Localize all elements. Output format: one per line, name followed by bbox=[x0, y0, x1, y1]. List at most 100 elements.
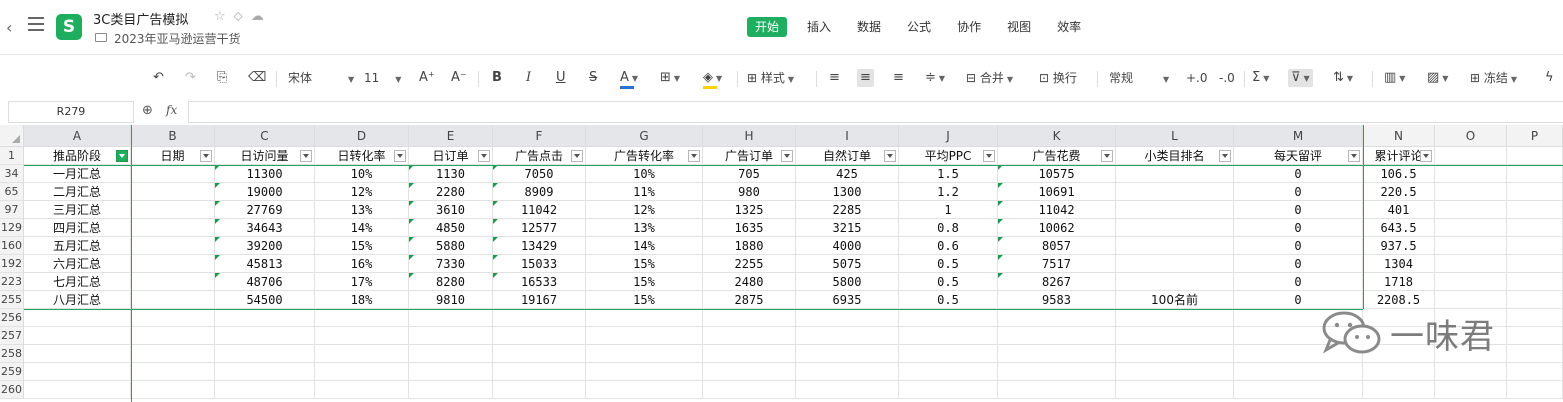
table-cell[interactable]: 48706 bbox=[215, 273, 315, 291]
empty-cell[interactable] bbox=[586, 363, 703, 381]
column-header-p[interactable]: P bbox=[1507, 125, 1563, 147]
header-cell[interactable]: 广告花费 bbox=[998, 147, 1116, 165]
wrap-text-button[interactable]: ⊡ 换行 bbox=[1039, 69, 1077, 87]
table-cell[interactable]: 1 bbox=[899, 201, 998, 219]
row-header[interactable]: 97 bbox=[0, 201, 24, 219]
app-logo[interactable]: S bbox=[56, 14, 82, 40]
cell-style-button[interactable]: ⊞ 样式 ▼ bbox=[747, 69, 794, 87]
vertical-align-icon[interactable]: ≑ ▼ bbox=[925, 69, 945, 87]
spreadsheet-grid[interactable]: A B C D E F G H I J K L M N O P 1 推品阶段 日期 日访问量 日转化率 日订单 广告点击 广告… bbox=[0, 125, 1563, 402]
bold-icon[interactable]: B bbox=[492, 69, 502, 87]
empty-cell[interactable] bbox=[131, 363, 215, 381]
table-cell[interactable]: 3215 bbox=[796, 219, 899, 237]
font-name-select[interactable]: 宋体 ▼ bbox=[288, 69, 354, 87]
zoom-icon[interactable]: ⊕ bbox=[142, 103, 153, 118]
header-cell[interactable]: 平均PPC bbox=[899, 147, 998, 165]
table-cell[interactable]: 15% bbox=[586, 273, 703, 291]
filter-dropdown-icon[interactable] bbox=[688, 150, 700, 162]
empty-cell[interactable] bbox=[796, 381, 899, 399]
empty-cell[interactable] bbox=[1507, 291, 1563, 309]
table-cell[interactable]: 2208.5 bbox=[1363, 291, 1435, 309]
table-cell[interactable]: 六月汇总 bbox=[24, 255, 131, 273]
table-cell[interactable]: 39200 bbox=[215, 237, 315, 255]
empty-cell[interactable] bbox=[998, 309, 1116, 327]
empty-cell[interactable] bbox=[1116, 363, 1234, 381]
column-header-i[interactable]: I bbox=[796, 125, 899, 147]
table-cell[interactable] bbox=[1116, 273, 1234, 291]
tab-efficiency[interactable]: 效率 bbox=[1057, 17, 1081, 37]
empty-cell[interactable] bbox=[131, 345, 215, 363]
table-cell[interactable]: 1130 bbox=[409, 165, 493, 183]
border-icon[interactable]: ⊞ ▼ bbox=[660, 69, 680, 87]
font-color-icon[interactable]: A ▼ bbox=[620, 69, 638, 89]
empty-cell[interactable] bbox=[493, 363, 586, 381]
empty-cell[interactable] bbox=[1507, 201, 1563, 219]
empty-cell[interactable] bbox=[796, 309, 899, 327]
empty-cell[interactable] bbox=[1507, 309, 1563, 327]
formula-input[interactable] bbox=[188, 101, 1563, 123]
filter-dropdown-icon[interactable] bbox=[571, 150, 583, 162]
empty-cell[interactable] bbox=[1234, 381, 1363, 399]
table-cell[interactable]: 13429 bbox=[493, 237, 586, 255]
table-cell[interactable]: 705 bbox=[703, 165, 796, 183]
redo-icon[interactable]: ↷ bbox=[185, 69, 196, 87]
empty-cell[interactable] bbox=[1116, 309, 1234, 327]
empty-cell[interactable] bbox=[1507, 183, 1563, 201]
table-cell[interactable]: 五月汇总 bbox=[24, 237, 131, 255]
empty-cell[interactable] bbox=[1116, 381, 1234, 399]
table-cell[interactable]: 10% bbox=[315, 165, 409, 183]
row-header[interactable]: 34 bbox=[0, 165, 24, 183]
table-cell[interactable]: 1.5 bbox=[899, 165, 998, 183]
filter-dropdown-icon[interactable] bbox=[394, 150, 406, 162]
table-cell[interactable]: 0.6 bbox=[899, 237, 998, 255]
column-header-o[interactable]: O bbox=[1435, 125, 1507, 147]
tab-start[interactable]: 开始 bbox=[747, 17, 788, 37]
filter-dropdown-icon[interactable] bbox=[300, 150, 312, 162]
header-cell[interactable]: 日订单 bbox=[409, 147, 493, 165]
empty-cell[interactable] bbox=[1507, 327, 1563, 345]
header-cell[interactable]: 日期 bbox=[131, 147, 215, 165]
hamburger-menu-icon[interactable] bbox=[28, 17, 44, 31]
empty-cell[interactable] bbox=[1435, 237, 1507, 255]
table-cell[interactable]: 一月汇总 bbox=[24, 165, 131, 183]
table-cell[interactable]: 15% bbox=[586, 255, 703, 273]
empty-cell[interactable] bbox=[1435, 381, 1507, 399]
table-cell[interactable] bbox=[1116, 201, 1234, 219]
table-cell[interactable]: 15033 bbox=[493, 255, 586, 273]
empty-cell[interactable] bbox=[1435, 291, 1507, 309]
empty-cell[interactable] bbox=[493, 309, 586, 327]
row-header[interactable]: 223 bbox=[0, 273, 24, 291]
column-header-g[interactable]: G bbox=[586, 125, 703, 147]
column-header-m[interactable]: M bbox=[1234, 125, 1363, 147]
empty-cell[interactable] bbox=[1116, 327, 1234, 345]
empty-cell[interactable] bbox=[1507, 345, 1563, 363]
table-cell[interactable]: 100名前 bbox=[1116, 291, 1234, 309]
empty-cell[interactable] bbox=[796, 327, 899, 345]
filter-dropdown-icon[interactable] bbox=[1101, 150, 1113, 162]
empty-cell[interactable] bbox=[315, 381, 409, 399]
table-cell[interactable]: 19167 bbox=[493, 291, 586, 309]
empty-cell[interactable] bbox=[215, 363, 315, 381]
table-cell[interactable]: 11% bbox=[586, 183, 703, 201]
empty-cell[interactable] bbox=[409, 309, 493, 327]
strikethrough-icon[interactable]: S bbox=[589, 69, 597, 87]
title-action-icons[interactable]: ☆⬦☁ bbox=[214, 9, 272, 24]
row-header[interactable]: 255 bbox=[0, 291, 24, 309]
filter-dropdown-icon[interactable] bbox=[1420, 150, 1432, 162]
table-cell[interactable] bbox=[131, 255, 215, 273]
empty-cell[interactable] bbox=[586, 381, 703, 399]
empty-cell[interactable] bbox=[1435, 255, 1507, 273]
name-box[interactable]: R279 bbox=[8, 101, 134, 123]
empty-cell[interactable] bbox=[493, 345, 586, 363]
empty-cell[interactable] bbox=[409, 381, 493, 399]
table-cell[interactable]: 5075 bbox=[796, 255, 899, 273]
underline-icon[interactable]: U bbox=[556, 69, 566, 87]
table-cell[interactable]: 937.5 bbox=[1363, 237, 1435, 255]
empty-cell[interactable] bbox=[899, 327, 998, 345]
table-cell[interactable]: 0.8 bbox=[899, 219, 998, 237]
header-cell[interactable]: 自然订单 bbox=[796, 147, 899, 165]
empty-cell[interactable] bbox=[1435, 147, 1507, 165]
table-cell[interactable]: 10062 bbox=[998, 219, 1116, 237]
empty-cell[interactable] bbox=[315, 345, 409, 363]
table-cell[interactable]: 54500 bbox=[215, 291, 315, 309]
